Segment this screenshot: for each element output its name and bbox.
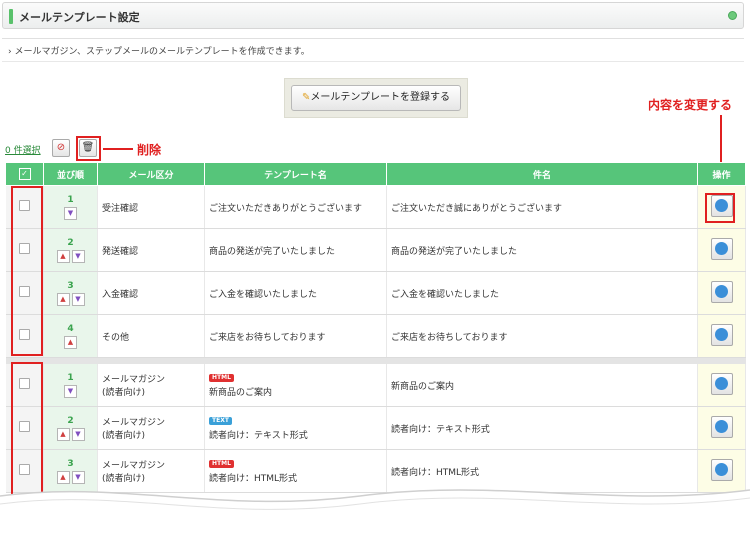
order-header: 並び順 bbox=[43, 162, 98, 186]
order-number: 2 bbox=[67, 415, 74, 426]
section-header: メールテンプレート設定 bbox=[2, 2, 744, 29]
template-cell: ご入金を確認いたしました bbox=[204, 271, 387, 315]
category-cell: メールマガジン (読者向け) bbox=[97, 364, 205, 407]
format-badge: HTML bbox=[209, 374, 234, 382]
category-cell: 受注確認 bbox=[97, 185, 205, 229]
category-cell: メールマガジン (読者向け) bbox=[97, 406, 205, 450]
selection-count-link[interactable]: 0 件選択 bbox=[5, 143, 41, 156]
table-row: 2 ▲ ▼ 発送確認 商品の発送が完了いたしました 商品の発送が完了いたしました bbox=[5, 228, 746, 272]
template-header: テンプレート名 bbox=[204, 162, 387, 186]
move-down-button[interactable]: ▼ bbox=[71, 249, 85, 263]
operation-header: 操作 bbox=[697, 162, 746, 186]
register-template-button[interactable]: ✎メールテンプレートを登録する bbox=[291, 85, 461, 111]
deselect-button[interactable]: ⊘ bbox=[52, 139, 70, 157]
format-badge: HTML bbox=[209, 460, 234, 468]
edit-icon bbox=[714, 419, 728, 433]
table-row: 1 ▼ メールマガジン (読者向け) HTML 新商品のご案内 新商品のご案内 bbox=[5, 364, 746, 407]
template-cell: HTML 新商品のご案内 bbox=[204, 364, 387, 407]
edit-icon bbox=[714, 241, 728, 255]
annotation-delete: 削除 bbox=[137, 143, 162, 157]
template-cell: ご来店をお待ちしております bbox=[204, 314, 387, 358]
table-row: 4 ▲ その他 ご来店をお待ちしております ご来店をお待ちしております bbox=[5, 314, 746, 358]
edit-icon bbox=[714, 284, 728, 298]
order-number: 1 bbox=[67, 372, 74, 383]
edit-button[interactable] bbox=[710, 237, 733, 260]
move-down-button[interactable]: ▼ bbox=[64, 206, 77, 220]
edit-button[interactable] bbox=[710, 372, 733, 395]
select-all-header[interactable]: ✓ bbox=[5, 162, 44, 186]
template-name: 読者向け：テキスト形式 bbox=[209, 431, 308, 441]
template-name: 新商品のご案内 bbox=[209, 388, 273, 398]
move-down-button[interactable]: ▼ bbox=[71, 292, 85, 306]
subject-cell: 新商品のご案内 bbox=[386, 364, 698, 407]
edit-button[interactable] bbox=[710, 323, 733, 346]
annotation-edit: 内容を変更する bbox=[648, 98, 733, 112]
cancel-icon: ⊘ bbox=[56, 142, 66, 153]
edit-button[interactable] bbox=[710, 415, 733, 438]
move-down-button[interactable]: ▼ bbox=[71, 427, 85, 441]
order-number: 1 bbox=[67, 194, 74, 205]
move-up-button[interactable]: ▲ bbox=[56, 292, 70, 306]
move-up-button[interactable]: ▲ bbox=[64, 335, 77, 349]
order-number: 4 bbox=[67, 323, 74, 334]
subject-header: 件名 bbox=[386, 162, 698, 186]
order-number: 2 bbox=[67, 237, 74, 248]
template-cell: ご注文いただきありがとうございます bbox=[204, 185, 387, 229]
register-button-frame: ✎メールテンプレートを登録する bbox=[284, 78, 468, 118]
annotation-edit-box bbox=[705, 193, 735, 223]
category-cell: 発送確認 bbox=[97, 228, 205, 272]
register-button-label: メールテンプレートを登録する bbox=[310, 92, 451, 103]
chevron-right-icon: › bbox=[8, 47, 12, 57]
page-title: メールテンプレート設定 bbox=[19, 11, 140, 24]
subject-cell: 商品の発送が完了いたしました bbox=[386, 228, 698, 272]
table-header-row: ✓ 並び順 メール区分 テンプレート名 件名 操作 bbox=[5, 162, 746, 186]
subject-cell: 読者向け：テキスト形式 bbox=[386, 406, 698, 450]
move-up-button[interactable]: ▲ bbox=[56, 427, 70, 441]
category-cell: その他 bbox=[97, 314, 205, 358]
table-row: 1 ▼ 受注確認 ご注文いただきありがとうございます ご注文いただき誠にありがとう… bbox=[5, 185, 746, 229]
category-line1: メールマガジン bbox=[102, 375, 166, 385]
annotation-delete-line bbox=[103, 148, 133, 150]
page-description: › メールマガジン、ステップメールのメールテンプレートを作成できます。 bbox=[8, 44, 310, 57]
template-cell: 商品の発送が完了いたしました bbox=[204, 228, 387, 272]
subject-cell: ご来店をお待ちしております bbox=[386, 314, 698, 358]
table-row: 2 ▲ ▼ メールマガジン (読者向け) TEXT 読者向け：テキスト形式 読者向け：テ… bbox=[5, 406, 746, 450]
select-all-checkbox[interactable]: ✓ bbox=[18, 168, 31, 180]
edit-icon bbox=[714, 376, 728, 390]
header-accent-bar bbox=[9, 9, 13, 24]
category-header: メール区分 bbox=[97, 162, 205, 186]
move-up-button[interactable]: ▲ bbox=[56, 249, 70, 263]
format-badge: TEXT bbox=[209, 417, 232, 425]
torn-edge bbox=[0, 489, 750, 533]
edit-button[interactable] bbox=[710, 280, 733, 303]
edit-icon bbox=[714, 327, 728, 341]
category-line2: (読者向け) bbox=[102, 431, 146, 441]
category-line1: メールマガジン bbox=[102, 418, 166, 428]
subject-cell: ご注文いただき誠にありがとうございます bbox=[386, 185, 698, 229]
template-cell: TEXT 読者向け：テキスト形式 bbox=[204, 406, 387, 450]
subject-cell: ご入金を確認いたしました bbox=[386, 271, 698, 315]
order-number: 3 bbox=[67, 280, 74, 291]
annotation-delete-box bbox=[76, 136, 101, 161]
order-number: 3 bbox=[67, 458, 74, 469]
table-row: 3 ▲ ▼ 入金確認 ご入金を確認いたしました ご入金を確認いたしました bbox=[5, 271, 746, 315]
category-line2: (読者向け) bbox=[102, 388, 146, 398]
annotation-checkbox-box-1 bbox=[11, 186, 43, 356]
description-text: メールマガジン、ステップメールのメールテンプレートを作成できます。 bbox=[14, 47, 310, 57]
move-down-button[interactable]: ▼ bbox=[64, 384, 77, 398]
collapse-icon[interactable] bbox=[728, 11, 737, 20]
template-table: ✓ 並び順 メール区分 テンプレート名 件名 操作 1 ▼ 受注確認 ご注文いただ… bbox=[5, 162, 746, 493]
category-cell: 入金確認 bbox=[97, 271, 205, 315]
divider bbox=[2, 38, 744, 39]
divider bbox=[2, 61, 744, 62]
